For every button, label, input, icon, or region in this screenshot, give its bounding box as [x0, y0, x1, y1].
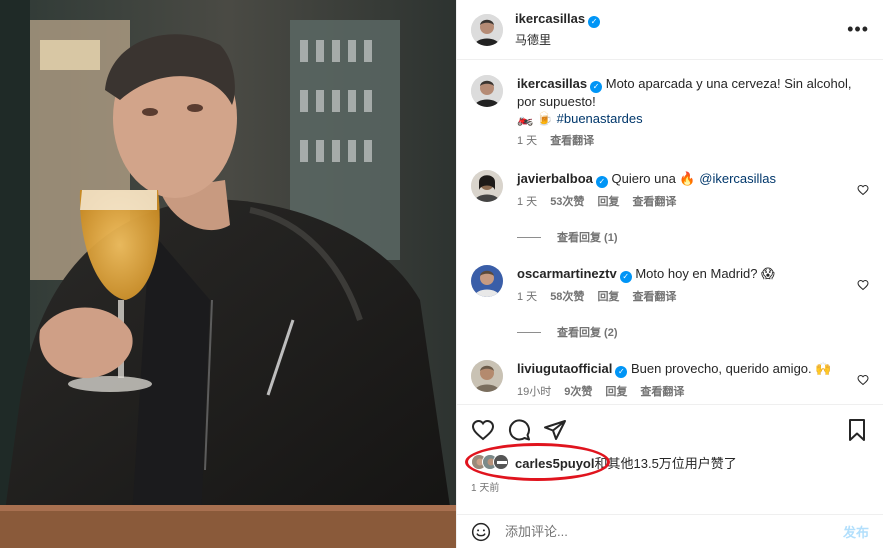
caption-username[interactable]: ikercasillas: [517, 76, 587, 91]
comment-username[interactable]: javierbalboa: [517, 171, 593, 186]
comment-translate-button[interactable]: 查看翻译: [632, 194, 676, 211]
post-location[interactable]: 马德里: [515, 31, 847, 48]
comment-like-count[interactable]: 9次赞: [564, 384, 592, 401]
more-options-icon[interactable]: •••: [847, 19, 869, 40]
bookmark-icon[interactable]: [845, 418, 869, 442]
comment-username[interactable]: liviugutaofficial: [517, 361, 612, 376]
replies-divider: [517, 236, 541, 238]
view-replies-label: 查看回复 (1): [557, 232, 618, 244]
caption-emojis: 🏍️ 🍺: [517, 111, 553, 126]
author-avatar[interactable]: [471, 13, 503, 46]
liker-username[interactable]: carles5puyol: [515, 456, 595, 471]
view-replies-label: 查看回复 (2): [557, 327, 618, 339]
verified-icon: ✓: [619, 271, 632, 283]
comment-time[interactable]: 19小时: [517, 384, 551, 401]
heart-icon[interactable]: [471, 418, 495, 442]
caption-hashtag[interactable]: #buenastardes: [557, 111, 643, 126]
post-photo[interactable]: [0, 0, 456, 548]
post-side-panel: ikercasillas ✓ 马德里 ••• ikercasillas ✓ Moto…: [456, 0, 883, 548]
commenter-avatar[interactable]: [471, 170, 503, 202]
comment-item: javierbalboa ✓ Quiero una 🔥 @ikercasillas…: [471, 170, 869, 211]
likes-rest[interactable]: 和其他13.5万位用户赞了: [595, 456, 737, 471]
comment-username[interactable]: oscarmartineztv: [517, 266, 617, 281]
commenter-avatar[interactable]: [471, 265, 503, 297]
verified-icon: ✓: [590, 81, 603, 93]
comment-reply-button[interactable]: 回复: [597, 289, 619, 306]
comment-text: Quiero una 🔥: [611, 171, 696, 186]
instagram-post-modal: ikercasillas ✓ 马德里 ••• ikercasillas ✓ Moto…: [0, 0, 883, 548]
header-text: ikercasillas ✓ 马德里: [515, 11, 847, 48]
comment-text: Moto hoy en Madrid? 😱: [635, 266, 775, 281]
liker-avatar[interactable]: [493, 454, 509, 470]
comment-heart-icon[interactable]: [857, 279, 869, 291]
post-actions: carles5puyol和其他13.5万位用户赞了 1 天前: [457, 404, 883, 494]
caption-translate-button[interactable]: 查看翻译: [550, 133, 594, 150]
comment-reply-button[interactable]: 回复: [605, 384, 627, 401]
comment-translate-button[interactable]: 查看翻译: [640, 384, 684, 401]
post-date[interactable]: 1 天前: [471, 479, 869, 494]
comments-list[interactable]: ikercasillas ✓ Moto aparcada y una cervez…: [457, 61, 883, 403]
comment-text: Buen provecho, querido amigo. 🙌: [630, 361, 832, 376]
add-comment-bar: 发布: [457, 514, 883, 548]
likes-summary: carles5puyol和其他13.5万位用户赞了: [465, 443, 869, 481]
emoji-icon[interactable]: [471, 522, 491, 542]
caption-avatar[interactable]: [471, 75, 503, 107]
comment-item: oscarmartineztv ✓ Moto hoy en Madrid? 😱 1…: [471, 265, 869, 306]
verified-icon: ✓: [595, 176, 608, 188]
author-username[interactable]: ikercasillas: [515, 11, 585, 26]
caption-time[interactable]: 1 天: [517, 133, 537, 150]
comment-time[interactable]: 1 天: [517, 289, 537, 306]
post-comment-button[interactable]: 发布: [843, 522, 869, 541]
comment-translate-button[interactable]: 查看翻译: [632, 289, 676, 306]
view-replies-button[interactable]: 查看回复 (1): [517, 229, 869, 245]
comment-time[interactable]: 1 天: [517, 194, 537, 211]
replies-divider: [517, 331, 541, 333]
comment-mention[interactable]: @ikercasillas: [699, 171, 776, 186]
verified-icon: ✓: [588, 16, 601, 28]
send-icon[interactable]: [543, 418, 567, 442]
likes-text: carles5puyol和其他13.5万位用户赞了: [515, 453, 737, 472]
view-replies-button[interactable]: 查看回复 (2): [517, 324, 869, 340]
comment-like-count[interactable]: 58次赞: [550, 289, 584, 306]
comment-item: liviugutaofficial ✓ Buen provecho, querid…: [471, 360, 869, 401]
verified-icon: ✓: [615, 366, 628, 378]
post-image: [0, 0, 456, 548]
action-bar: [471, 415, 869, 445]
comment-heart-icon[interactable]: [857, 184, 869, 196]
caption: ikercasillas ✓ Moto aparcada y una cervez…: [471, 75, 869, 150]
comment-input[interactable]: [505, 524, 843, 539]
comment-icon[interactable]: [507, 418, 531, 442]
comment-like-count[interactable]: 53次赞: [550, 194, 584, 211]
commenter-avatar[interactable]: [471, 360, 503, 392]
post-header: ikercasillas ✓ 马德里 •••: [457, 0, 883, 60]
comment-heart-icon[interactable]: [857, 374, 869, 386]
comment-reply-button[interactable]: 回复: [597, 194, 619, 211]
